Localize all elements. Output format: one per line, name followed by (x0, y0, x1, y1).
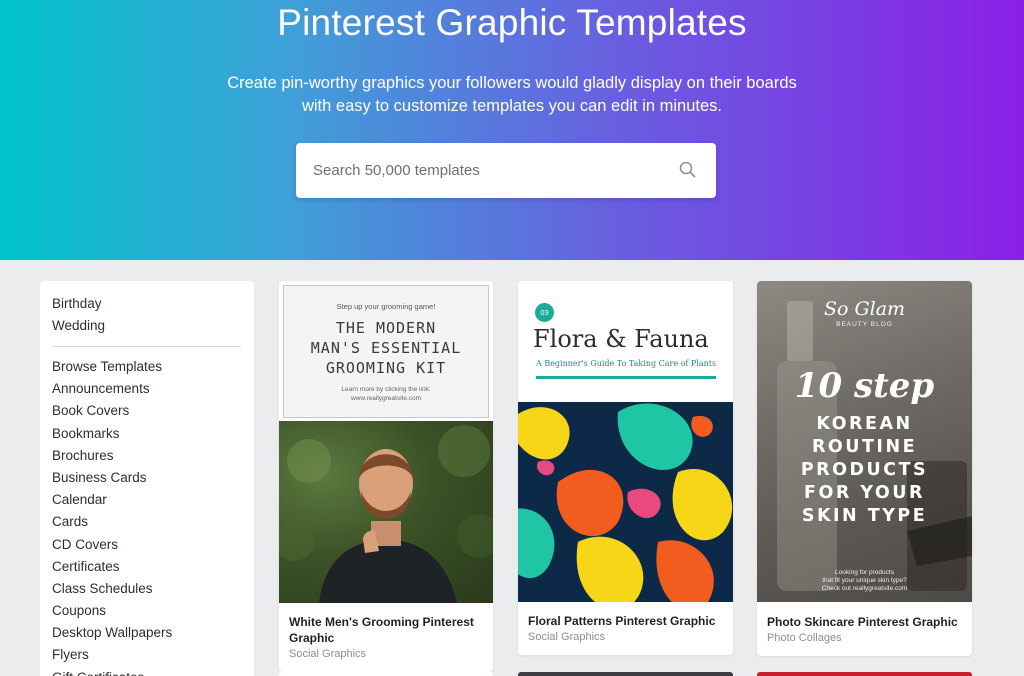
sidebar-item-desktop-wallpapers[interactable]: Desktop Wallpapers (52, 622, 172, 644)
preview-body-line: ROUTINE (811, 437, 918, 457)
preview-headline-line: THE MODERN (335, 319, 437, 337)
preview-tagline: Step up your grooming game! (336, 302, 436, 311)
preview-body-line: PRODUCTS (800, 460, 929, 480)
preview-badge: 03 (535, 303, 554, 322)
sidebar-item-cards[interactable]: Cards (52, 511, 172, 533)
sidebar-item-coupons[interactable]: Coupons (52, 600, 172, 622)
sidebar-list: Browse Templates Announcements Book Cove… (52, 356, 172, 676)
category-sidebar: Birthday Wedding Browse Templates Announ… (40, 281, 254, 676)
template-preview-floral-pattern (518, 402, 733, 602)
sidebar-item-cd-covers[interactable]: CD Covers (52, 534, 172, 556)
sidebar-item-calendar[interactable]: Calendar (52, 489, 172, 511)
template-preview-text: 03 Flora & Fauna A Beginner's Guide To T… (518, 281, 733, 402)
card-category: Social Graphics (289, 648, 367, 660)
sidebar-item-wedding[interactable]: Wedding (52, 315, 105, 337)
preview-rule (536, 376, 716, 379)
card-category: Photo Collages (767, 632, 842, 644)
preview-footer-line: Learn more by clicking the link: (341, 386, 431, 393)
subtitle-line-1: Create pin-worthy graphics your follower… (227, 74, 797, 92)
sidebar-item-book-covers[interactable]: Book Covers (52, 400, 172, 422)
preview-subheadline: A Beginner's Guide To Taking Care of Pla… (536, 359, 717, 368)
sidebar-item-brochures[interactable]: Brochures (52, 445, 172, 467)
preview-brand-sub: BEAUTY BLOG (836, 321, 893, 328)
template-card-peek[interactable] (518, 672, 733, 676)
card-category: Social Graphics (528, 631, 606, 643)
card-title[interactable]: White Men's Grooming Pinterest Graphic (289, 614, 493, 646)
subtitle-line-2: with easy to customize templates you can… (301, 97, 723, 115)
template-preview-photo (279, 421, 493, 603)
template-card[interactable]: 03 Flora & Fauna A Beginner's Guide To T… (518, 281, 733, 655)
sidebar-item-browse-templates[interactable]: Browse Templates (52, 356, 172, 378)
preview-footer-line: www.reallygreatsite.com (350, 395, 422, 402)
card-title[interactable]: Photo Skincare Pinterest Graphic (767, 614, 958, 630)
sidebar-item-certificates[interactable]: Certificates (52, 556, 172, 578)
preview-body-line: FOR YOUR (803, 483, 925, 503)
preview-body-line: SKIN TYPE (801, 506, 928, 526)
template-card[interactable]: So Glam BEAUTY BLOG 10 step KOREAN ROUTI… (757, 281, 972, 656)
template-card[interactable]: Step up your grooming game! THE MODERN M… (279, 281, 493, 672)
sidebar-item-flyers[interactable]: Flyers (52, 644, 172, 666)
preview-small-line: Looking for products (835, 569, 894, 576)
preview-headline: 10 step (794, 366, 935, 406)
template-card-peek[interactable] (757, 672, 972, 676)
sidebar-item-business-cards[interactable]: Business Cards (52, 467, 172, 489)
page-subtitle: Create pin-worthy graphics your follower… (0, 72, 1024, 118)
search-input[interactable] (296, 143, 666, 198)
preview-body: KOREAN ROUTINE PRODUCTS FOR YOUR SKIN TY… (757, 413, 972, 528)
preview-headline-line: MAN'S ESSENTIAL (310, 339, 462, 357)
preview-headline: Flora & Fauna (533, 325, 709, 353)
preview-brand: So Glam (823, 298, 906, 320)
search-box (296, 143, 716, 198)
template-card-peek[interactable] (279, 672, 493, 676)
sidebar-divider (52, 346, 241, 347)
sidebar-item-gift-certificates[interactable]: Gift Certificates (52, 667, 172, 676)
template-preview-photo: So Glam BEAUTY BLOG 10 step KOREAN ROUTI… (757, 281, 972, 602)
preview-small-line: Check out reallygreatsite.com (821, 585, 908, 592)
sidebar-item-birthday[interactable]: Birthday (52, 293, 105, 315)
page-title: Pinterest Graphic Templates (277, 2, 747, 43)
sidebar-top-list: Birthday Wedding (52, 293, 105, 337)
preview-small-text: Looking for products that fit your uniqu… (757, 569, 972, 593)
search-icon[interactable] (678, 160, 698, 180)
card-title[interactable]: Floral Patterns Pinterest Graphic (528, 613, 715, 629)
preview-small-line: that fit your unique skin type? (822, 577, 907, 584)
sidebar-item-announcements[interactable]: Announcements (52, 378, 172, 400)
hero-banner: Pinterest Graphic Templates Create pin-w… (0, 0, 1024, 260)
preview-body-line: KOREAN (816, 414, 913, 434)
preview-headline-line: GROOMING KIT (325, 359, 447, 377)
template-preview-text: Step up your grooming game! THE MODERN M… (283, 285, 489, 418)
preview-headline: THE MODERN MAN'S ESSENTIAL GROOMING KIT (284, 318, 488, 378)
sidebar-item-bookmarks[interactable]: Bookmarks (52, 423, 172, 445)
preview-footer: Learn more by clicking the link: www.rea… (284, 385, 488, 403)
sidebar-item-class-schedules[interactable]: Class Schedules (52, 578, 172, 600)
